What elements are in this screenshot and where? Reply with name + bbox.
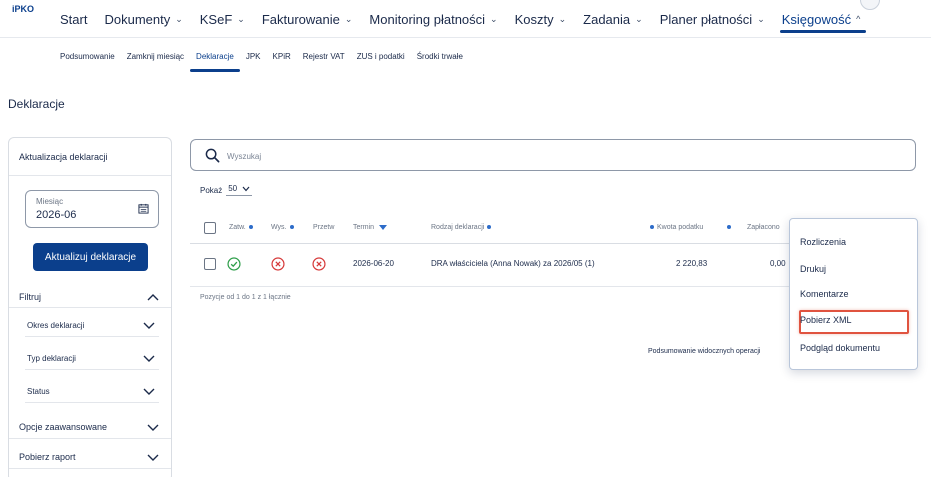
chevron-up-icon xyxy=(147,294,159,301)
sort-descending-icon xyxy=(378,224,387,230)
pagination-info: Pozycje od 1 do 1 z 1 łącznie xyxy=(200,294,291,301)
processed-x-icon xyxy=(312,257,326,271)
sort-icon[interactable] xyxy=(727,224,731,231)
sub-navigation: Podsumowanie Zamknij miesiąc Deklaracje … xyxy=(60,40,475,72)
cell-deadline: 2026-06-20 xyxy=(353,259,394,268)
filter-section-header[interactable]: Filtruj xyxy=(9,289,171,307)
menu-item-ksef[interactable]: KSeF ⌄ xyxy=(200,0,245,38)
select-all-checkbox[interactable] xyxy=(204,222,216,234)
divider xyxy=(9,307,171,308)
column-paid[interactable]: Zapłacono xyxy=(747,224,780,231)
menu-item-koszty[interactable]: Koszty ⌄ xyxy=(515,0,567,38)
chevron-down-icon: ⌄ xyxy=(558,13,567,24)
menu-item-pobierz-xml[interactable]: Pobierz XML xyxy=(800,315,852,325)
advanced-options-label: Opcje zaawansowane xyxy=(19,422,108,432)
chevron-down-icon xyxy=(147,454,159,461)
tab-srodki-trwale[interactable]: Środki trwałe xyxy=(417,40,463,72)
calendar-icon[interactable] xyxy=(138,203,149,214)
page-size: Pokaż 50 xyxy=(200,184,253,196)
column-processed[interactable]: Przetw xyxy=(313,224,334,231)
context-menu: Rozliczenia Drukuj Komentarze Pobierz XM… xyxy=(789,218,918,370)
column-deadline[interactable]: Termin xyxy=(353,224,387,231)
search-input[interactable] xyxy=(227,146,827,166)
approved-check-icon xyxy=(227,257,241,271)
sidebar-panel: Aktualizacja deklaracji Miesiąc 2026-06 … xyxy=(8,137,172,477)
advanced-options-header[interactable]: Opcje zaawansowane xyxy=(9,419,171,437)
sort-icon xyxy=(650,225,654,230)
chevron-down-icon: ⌄ xyxy=(490,13,498,24)
menu-item-planer[interactable]: Planer płatności ⌄ xyxy=(660,0,765,38)
month-field-value: 2026-06 xyxy=(36,209,77,221)
download-report-label: Pobierz raport xyxy=(19,452,76,462)
search-bar[interactable] xyxy=(190,139,916,171)
filter-label: Status xyxy=(27,387,50,396)
column-sent[interactable]: Wys. xyxy=(271,224,294,231)
chevron-down-icon: ⌄ xyxy=(757,13,765,24)
filter-label: Okres deklaracji xyxy=(27,321,85,330)
menu-item-rozliczenia[interactable]: Rozliczenia xyxy=(800,237,846,247)
column-tax-amount[interactable]: Kwota podatku xyxy=(650,224,703,231)
menu-item-start[interactable]: Start xyxy=(60,0,87,38)
download-report-header[interactable]: Pobierz raport xyxy=(9,449,171,467)
divider xyxy=(190,243,790,244)
tab-deklaracje[interactable]: Deklaracje xyxy=(190,40,240,72)
sent-x-icon xyxy=(271,257,285,271)
page-size-label: Pokaż xyxy=(200,185,223,195)
divider xyxy=(9,468,171,469)
menu-item-ksiegowosc[interactable]: Księgowość ^ xyxy=(779,0,866,38)
sort-icon xyxy=(289,225,294,230)
menu-item-fakturowanie[interactable]: Fakturowanie ⌄ xyxy=(262,0,353,38)
divider xyxy=(9,175,171,176)
menu-item-monitoring[interactable]: Monitoring płatności ⌄ xyxy=(369,0,497,38)
chevron-down-icon: ⌄ xyxy=(635,13,643,24)
filter-okres-deklaracji[interactable]: Okres deklaracji xyxy=(25,311,159,337)
filter-status[interactable]: Status xyxy=(25,377,159,403)
page-size-value: 50 xyxy=(228,184,238,193)
cell-type: DRA właściciela (Anna Nowak) za 2026/05 … xyxy=(431,259,595,268)
logo[interactable]: iPKO xyxy=(12,4,34,14)
cell-paid: 0,00 xyxy=(770,259,786,268)
column-approved[interactable]: Zatw. xyxy=(229,224,253,231)
filter-label: Typ deklaracji xyxy=(27,354,76,363)
month-field-label: Miesiąc xyxy=(36,197,64,206)
page-title: Deklaracje xyxy=(8,97,65,111)
filter-title: Filtruj xyxy=(19,292,41,302)
filter-typ-deklaracji[interactable]: Typ deklaracji xyxy=(25,344,159,370)
month-field[interactable]: Miesiąc 2026-06 xyxy=(25,190,159,228)
sidebar-title: Aktualizacja deklaracji xyxy=(19,152,108,162)
search-icon xyxy=(205,148,220,163)
update-declarations-button[interactable]: Aktualizuj deklaracje xyxy=(33,243,148,271)
sort-icon xyxy=(487,225,492,230)
chevron-down-icon: ⌄ xyxy=(344,13,353,24)
menu-item-komentarze[interactable]: Komentarze xyxy=(800,289,849,299)
tab-rejestr-vat[interactable]: Rejestr VAT xyxy=(303,40,345,72)
tab-kpir[interactable]: KPiR xyxy=(273,40,291,72)
row-checkbox[interactable] xyxy=(204,258,216,270)
tab-zus-i-podatki[interactable]: ZUS i podatki xyxy=(357,40,405,72)
column-type[interactable]: Rodzaj deklaracji xyxy=(431,224,492,231)
top-navigation: iPKO Start Dokumenty ⌄ KSeF ⌄ Fakturowanie… xyxy=(0,0,931,38)
tab-jpk[interactable]: JPK xyxy=(246,40,261,72)
main-menu: Start Dokumenty ⌄ KSeF ⌄ Fakturowanie ⌄ Mon… xyxy=(60,0,877,38)
chevron-down-icon xyxy=(143,355,155,362)
menu-item-zadania[interactable]: Zadania ⌄ xyxy=(583,0,643,38)
sort-icon xyxy=(248,225,253,230)
menu-item-podglad-dokumentu[interactable]: Podgląd dokumentu xyxy=(800,343,880,353)
summary-label: Podsumowanie widocznych operacji xyxy=(648,348,761,355)
chevron-up-icon: ^ xyxy=(856,14,861,24)
divider xyxy=(9,438,171,439)
chevron-down-icon xyxy=(147,424,159,431)
chevron-down-icon: ⌄ xyxy=(237,13,245,24)
page-size-select[interactable]: 50 xyxy=(226,184,253,196)
chevron-down-icon: ⌄ xyxy=(175,13,183,24)
divider xyxy=(190,286,790,287)
menu-item-dokumenty[interactable]: Dokumenty ⌄ xyxy=(104,0,182,38)
chevron-down-icon xyxy=(242,186,250,191)
chevron-down-icon xyxy=(143,388,155,395)
chevron-down-icon xyxy=(143,322,155,329)
tab-zamknij-miesiac[interactable]: Zamknij miesiąc xyxy=(127,40,184,72)
tab-podsumowanie[interactable]: Podsumowanie xyxy=(60,40,115,72)
cell-tax-amount: 2 220,83 xyxy=(676,259,708,268)
menu-item-drukuj[interactable]: Drukuj xyxy=(800,264,826,274)
